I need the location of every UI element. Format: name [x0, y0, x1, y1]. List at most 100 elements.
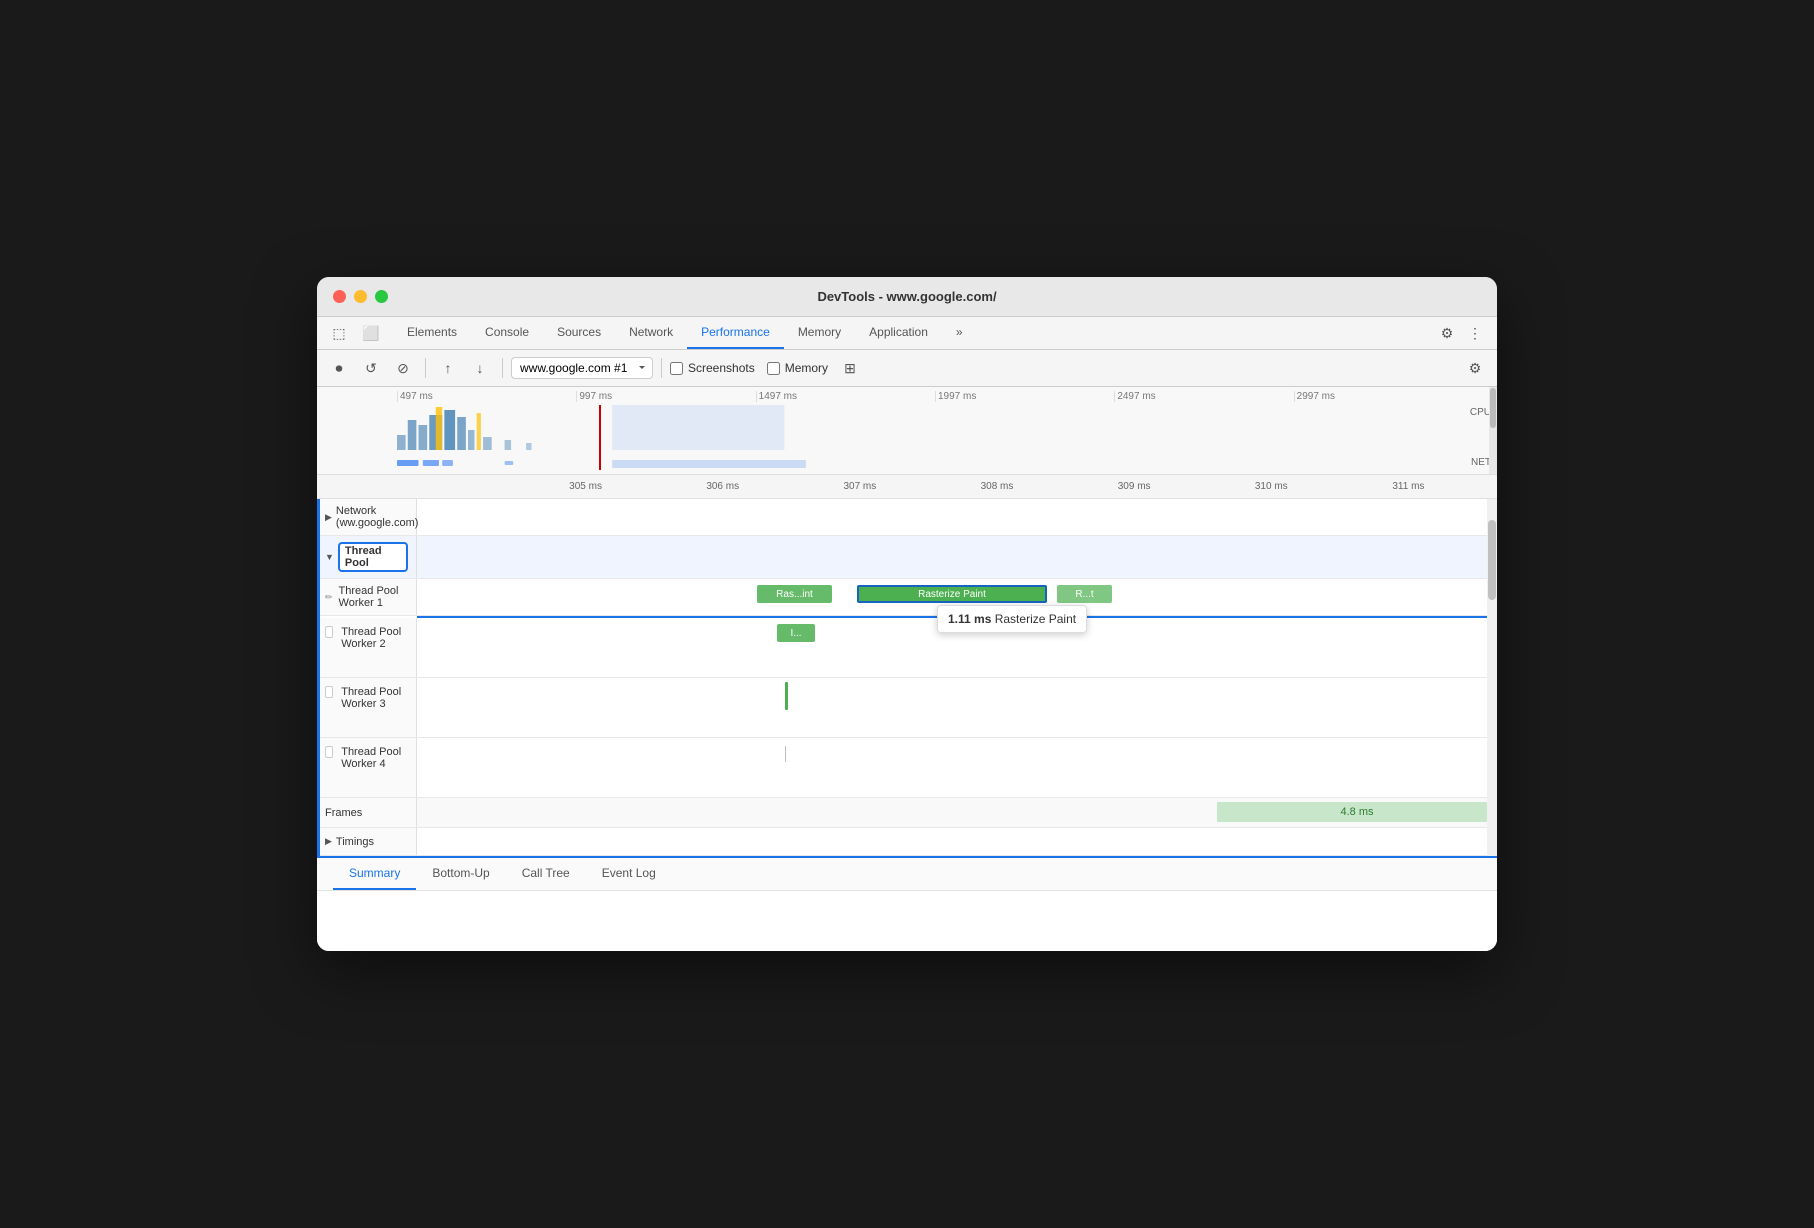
traffic-lights	[333, 290, 388, 303]
bottom-tabs-bar: Summary Bottom-Up Call Tree Event Log	[317, 858, 1497, 891]
network-expand-arrow[interactable]: ▶	[325, 512, 332, 523]
worker-3-bar	[785, 682, 788, 710]
tab-console[interactable]: Console	[471, 317, 543, 349]
devtools-tabs-bar: ⬚ ⬜ Elements Console Sources Network Per…	[317, 317, 1497, 350]
separator-1	[425, 358, 426, 378]
frames-content: 4.8 ms	[417, 798, 1497, 827]
thread-pool-label: ▼ Thread Pool	[317, 536, 417, 578]
frame-bar[interactable]: 4.8 ms	[1217, 802, 1497, 822]
worker-2-item[interactable]: I...	[777, 624, 815, 642]
worker-3-label: Thread Pool Worker 3	[317, 678, 417, 737]
worker-3-content	[417, 678, 1497, 737]
worker-3-row: Thread Pool Worker 3	[317, 678, 1497, 738]
thread-pool-header-content	[417, 536, 1497, 578]
profile-select[interactable]: www.google.com #1	[511, 357, 653, 379]
tick-308: 308 ms	[928, 481, 1065, 492]
clear-button[interactable]: ⊘	[389, 354, 417, 382]
timings-label: ▶ Timings	[317, 828, 417, 855]
overview-tick-6: 2997 ms	[1294, 391, 1473, 402]
record-button[interactable]: ⏺	[325, 354, 353, 382]
device-toolbar-icon[interactable]: ⬜	[357, 319, 385, 347]
worker-4-icon	[325, 746, 333, 758]
ruler-ticks: 305 ms 306 ms 307 ms 308 ms 309 ms 310 m…	[517, 481, 1497, 492]
rasterize-small-item[interactable]: R...t	[1057, 585, 1112, 603]
window-title: DevTools - www.google.com/	[817, 289, 996, 304]
tab-network[interactable]: Network	[615, 317, 687, 349]
worker-3-icon	[325, 686, 333, 698]
tab-icons: ⬚ ⬜	[325, 319, 385, 347]
tracks-scrollbar[interactable]	[1487, 499, 1497, 856]
tracks-scrollbar-thumb[interactable]	[1488, 520, 1496, 600]
net-label: NET	[1471, 457, 1491, 468]
cursor-line	[599, 405, 601, 470]
worker-1-content: Ras...int Rasterize Paint R...t 1.11 ms …	[417, 579, 1497, 615]
tab-performance[interactable]: Performance	[687, 317, 784, 349]
overview-tick-3: 1497 ms	[756, 391, 935, 402]
tab-more[interactable]: »	[942, 317, 977, 349]
tick-309: 309 ms	[1066, 481, 1203, 492]
devtools-window: DevTools - www.google.com/ ⬚ ⬜ Elements …	[317, 277, 1497, 951]
close-button[interactable]	[333, 290, 346, 303]
overview-tick-4: 1997 ms	[935, 391, 1114, 402]
tab-call-tree[interactable]: Call Tree	[506, 858, 586, 890]
rasterize-paint-item[interactable]: Rasterize Paint	[857, 585, 1047, 603]
detail-ruler: 305 ms 306 ms 307 ms 308 ms 309 ms 310 m…	[317, 475, 1497, 499]
cpu-chart	[397, 405, 1473, 450]
maximize-button[interactable]	[375, 290, 388, 303]
cpu-label: CPU	[1470, 407, 1491, 418]
tab-memory[interactable]: Memory	[784, 317, 855, 349]
inspect-element-icon[interactable]: ⬚	[325, 319, 353, 347]
capture-settings-icon[interactable]: ⊞	[836, 354, 864, 382]
bottom-panel: Summary Bottom-Up Call Tree Event Log	[317, 856, 1497, 951]
more-menu-icon[interactable]: ⋮	[1461, 319, 1489, 347]
worker-1-label: ✏ Thread Pool Worker 1	[317, 579, 417, 615]
memory-checkbox-label[interactable]: Memory	[767, 361, 828, 375]
worker-4-content	[417, 738, 1497, 797]
overview-bar: 497 ms 997 ms 1497 ms 1997 ms 2497 ms 29…	[317, 387, 1497, 475]
net-chart	[397, 456, 1473, 470]
reload-record-button[interactable]: ↺	[357, 354, 385, 382]
screenshots-checkbox-label[interactable]: Screenshots	[670, 361, 755, 375]
frames-label: Frames	[317, 798, 417, 827]
timings-expand-arrow[interactable]: ▶	[325, 836, 332, 847]
worker-1-row: ✏ Thread Pool Worker 1 Ras...int Rasteri…	[317, 579, 1497, 616]
minimize-button[interactable]	[354, 290, 367, 303]
thread-pool-expand-arrow[interactable]: ▼	[325, 552, 334, 562]
tracks-container: ▶ Network (ww.google.com) ▼ Thread Pool …	[317, 499, 1497, 856]
tab-summary[interactable]: Summary	[333, 858, 416, 890]
tab-event-log[interactable]: Event Log	[586, 858, 672, 890]
tab-sources[interactable]: Sources	[543, 317, 615, 349]
frames-row: Frames 4.8 ms	[317, 798, 1497, 828]
download-profile-button[interactable]: ↓	[466, 354, 494, 382]
timings-row: ▶ Timings	[317, 828, 1497, 856]
overview-scrollbar-thumb[interactable]	[1490, 388, 1496, 428]
settings-icon[interactable]: ⚙	[1433, 319, 1461, 347]
overview-tick-5: 2497 ms	[1114, 391, 1293, 402]
worker-2-row: Thread Pool Worker 2 I...	[317, 618, 1497, 678]
memory-checkbox[interactable]	[767, 362, 780, 375]
worker-2-label: Thread Pool Worker 2	[317, 618, 417, 677]
worker-4-label: Thread Pool Worker 4	[317, 738, 417, 797]
tab-bottom-up[interactable]: Bottom-Up	[416, 858, 505, 890]
tooltip-label: Rasterize Paint	[995, 612, 1076, 626]
thread-pool-label-highlighted: Thread Pool	[338, 542, 408, 572]
separator-3	[661, 358, 662, 378]
upload-profile-button[interactable]: ↑	[434, 354, 462, 382]
selection-line-left	[317, 499, 320, 856]
rasterize-paint-tooltip: 1.11 ms Rasterize Paint	[937, 605, 1087, 633]
overview-scrollbar[interactable]	[1489, 387, 1497, 474]
screenshots-checkbox[interactable]	[670, 362, 683, 375]
separator-2	[502, 358, 503, 378]
tab-elements[interactable]: Elements	[393, 317, 471, 349]
tab-application[interactable]: Application	[855, 317, 942, 349]
performance-toolbar: ⏺ ↺ ⊘ ↑ ↓ www.google.com #1 Screenshots …	[317, 350, 1497, 387]
worker-2-icon	[325, 626, 333, 638]
tooltip-time: 1.11 ms	[948, 612, 991, 626]
settings-gear-icon[interactable]: ⚙	[1461, 354, 1489, 382]
worker-4-row: Thread Pool Worker 4	[317, 738, 1497, 798]
tick-311: 311 ms	[1340, 481, 1477, 492]
rasterize-int-item[interactable]: Ras...int	[757, 585, 832, 603]
bottom-content	[317, 891, 1497, 951]
worker-1-edit-icon[interactable]: ✏	[325, 592, 333, 603]
tick-306: 306 ms	[654, 481, 791, 492]
